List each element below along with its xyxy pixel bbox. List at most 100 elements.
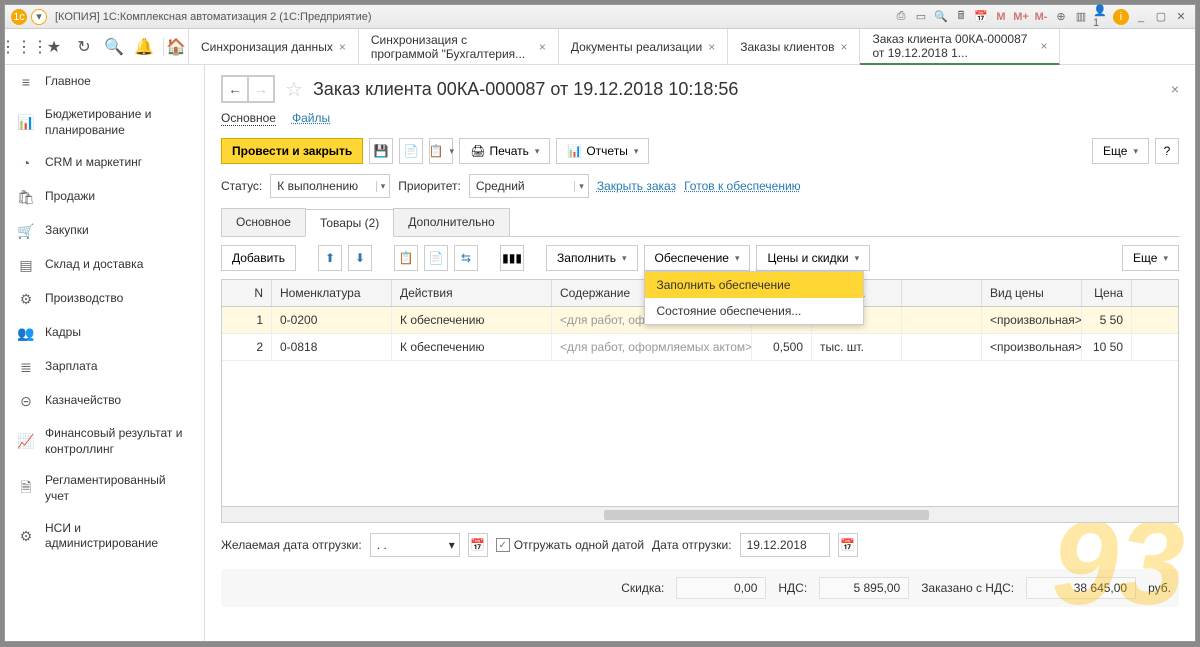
actual-ship-date-input[interactable]: 19.12.2018 <box>740 533 830 557</box>
info-icon[interactable]: i <box>1113 9 1129 25</box>
home-icon[interactable]: 🏠 <box>163 38 188 56</box>
provision-button[interactable]: Обеспечение▾ <box>644 245 751 271</box>
forward-button[interactable]: → <box>248 76 274 102</box>
tab-sync-accounting[interactable]: Синхронизация с программой "Бухгалтерия.… <box>359 29 559 65</box>
calendar-icon[interactable]: 📅 <box>838 533 858 557</box>
sidebar-item-hr[interactable]: 👥Кадры <box>5 316 204 350</box>
calendar-icon[interactable]: 📅 <box>468 533 488 557</box>
create-based-button[interactable]: 📋▾ <box>429 138 453 164</box>
close-page-icon[interactable]: × <box>1171 81 1179 97</box>
reports-button[interactable]: 📊 Отчеты▾ <box>556 138 649 164</box>
m-plus-icon[interactable]: M+ <box>1013 9 1029 25</box>
sidebar-item-crm[interactable]: ◔CRM и маркетинг <box>5 146 204 180</box>
help-button[interactable]: ? <box>1155 138 1179 164</box>
close-icon[interactable]: × <box>339 40 346 54</box>
print-button[interactable]: 🖨 Печать▾ <box>459 138 550 164</box>
sidebar-item-warehouse[interactable]: ▤Склад и доставка <box>5 248 204 282</box>
preview-icon[interactable]: ▭ <box>913 9 929 25</box>
currency-label: руб. <box>1148 581 1171 595</box>
close-order-link[interactable]: Закрыть заказ <box>597 179 676 193</box>
horizontal-scrollbar[interactable] <box>222 506 1178 522</box>
notifications-icon[interactable]: 🔔 <box>135 38 153 56</box>
user-icon[interactable]: 👤1 <box>1093 9 1109 25</box>
copy-button[interactable]: 📋 <box>394 245 418 271</box>
tab-current-order[interactable]: Заказ клиента 00КА-000087 от 19.12.2018 … <box>860 29 1060 65</box>
prices-button[interactable]: Цены и скидки▾ <box>756 245 870 271</box>
sidebar-item-accounting[interactable]: 🗎Регламентированный учет <box>5 465 204 512</box>
sidebar-item-production[interactable]: ⚙Производство <box>5 282 204 316</box>
more-button[interactable]: Еще▾ <box>1092 138 1149 164</box>
sidebar-item-treasury[interactable]: ⊝Казначейство <box>5 384 204 418</box>
vat-value: 5 895,00 <box>819 577 909 599</box>
subnav-files[interactable]: Файлы <box>292 111 330 126</box>
status-select[interactable]: К выполнению <box>270 174 390 198</box>
restore-icon[interactable]: ▢ <box>1153 9 1169 25</box>
sidebar-item-admin[interactable]: ⚙НСИ и администрирование <box>5 513 204 560</box>
inner-tab-main[interactable]: Основное <box>221 208 306 236</box>
back-button[interactable]: ← <box>222 76 248 102</box>
sidebar-item-finance[interactable]: 📈Финансовый результат и контроллинг <box>5 418 204 465</box>
close-window-icon[interactable]: ✕ <box>1173 9 1189 25</box>
history-icon[interactable]: ↻ <box>75 38 93 56</box>
provision-state-item[interactable]: Состояние обеспечения... <box>645 298 863 324</box>
search-top-icon[interactable]: 🔍 <box>105 38 123 56</box>
barcode-button[interactable]: ▮▮▮ <box>500 245 524 271</box>
col-price[interactable]: Цена <box>1082 280 1132 306</box>
desired-ship-date-input[interactable]: . .▾ <box>370 533 460 557</box>
col-n[interactable]: N <box>222 280 272 306</box>
bag-icon: 🛍 <box>17 188 35 206</box>
close-icon[interactable]: × <box>539 40 546 54</box>
minimize-icon[interactable]: _ <box>1133 9 1149 25</box>
m-minus-icon[interactable]: M- <box>1033 9 1049 25</box>
col-ptype[interactable]: Вид цены <box>982 280 1082 306</box>
calc-icon[interactable]: 🖩 <box>953 9 969 25</box>
close-icon[interactable]: × <box>708 40 715 54</box>
post-and-close-button[interactable]: Провести и закрыть <box>221 138 363 164</box>
inner-tab-goods[interactable]: Товары (2) <box>305 209 394 237</box>
share-button[interactable]: ⇆ <box>454 245 478 271</box>
status-row: Статус: К выполнению Приоритет: Средний … <box>221 174 1179 198</box>
table-more-button[interactable]: Еще▾ <box>1122 245 1179 271</box>
move-up-button[interactable]: ⬆ <box>318 245 342 271</box>
apps-icon[interactable]: ⋮⋮⋮ <box>15 38 33 56</box>
sidebar-item-payroll[interactable]: ≣Зарплата <box>5 350 204 384</box>
col-nom[interactable]: Номенклатура <box>272 280 392 306</box>
fill-button[interactable]: Заполнить▾ <box>546 245 637 271</box>
favorite-button[interactable]: ☆ <box>285 77 303 102</box>
print-icon[interactable]: ⎙ <box>893 9 909 25</box>
tab-sales-docs[interactable]: Документы реализации× <box>559 29 728 65</box>
table-row[interactable]: 2 0-0818 К обеспечению <для работ, оформ… <box>222 334 1178 361</box>
close-icon[interactable]: × <box>840 40 847 54</box>
paste-button[interactable]: 📄 <box>424 245 448 271</box>
tab-sync-data[interactable]: Синхронизация данных× <box>189 29 359 65</box>
production-icon: ⚙ <box>17 290 35 308</box>
search-icon[interactable]: 🔍 <box>933 9 949 25</box>
add-button[interactable]: Добавить <box>221 245 296 271</box>
fill-provision-item[interactable]: Заполнить обеспечение <box>645 272 863 298</box>
dropdown-icon[interactable]: ▾ <box>31 9 47 25</box>
col-act[interactable]: Действия <box>392 280 552 306</box>
panel-icon[interactable]: ▥ <box>1073 9 1089 25</box>
col-blank[interactable] <box>902 280 982 306</box>
save-button[interactable]: 💾 <box>369 138 393 164</box>
post-button[interactable]: 📄 <box>399 138 423 164</box>
sidebar-item-budget[interactable]: 📊Бюджетирование и планирование <box>5 99 204 146</box>
action-bar: Провести и закрыть 💾 📄 📋▾ 🖨 Печать▾ 📊 От… <box>221 138 1179 164</box>
sidebar-item-purchases[interactable]: 🛒Закупки <box>5 214 204 248</box>
m-icon[interactable]: M <box>993 9 1009 25</box>
zoom-icon[interactable]: ⊕ <box>1053 9 1069 25</box>
subnav-main[interactable]: Основное <box>221 111 276 126</box>
ready-provision-link[interactable]: Готов к обеспечению <box>684 179 801 193</box>
sidebar-item-main[interactable]: ≡Главное <box>5 65 204 99</box>
move-down-button[interactable]: ⬇ <box>348 245 372 271</box>
close-icon[interactable]: × <box>1040 39 1047 53</box>
sidebar-item-sales[interactable]: 🛍Продажи <box>5 180 204 214</box>
priority-select[interactable]: Средний <box>469 174 589 198</box>
discount-value: 0,00 <box>676 577 766 599</box>
calendar-icon[interactable]: 📅 <box>973 9 989 25</box>
single-date-checkbox[interactable]: ✓ Отгружать одной датой <box>496 538 644 552</box>
fav-icon[interactable]: ★ <box>45 38 63 56</box>
tab-orders[interactable]: Заказы клиентов× <box>728 29 860 65</box>
inner-tab-extra[interactable]: Дополнительно <box>393 208 509 236</box>
app-icon-1c: 1c <box>11 9 27 25</box>
